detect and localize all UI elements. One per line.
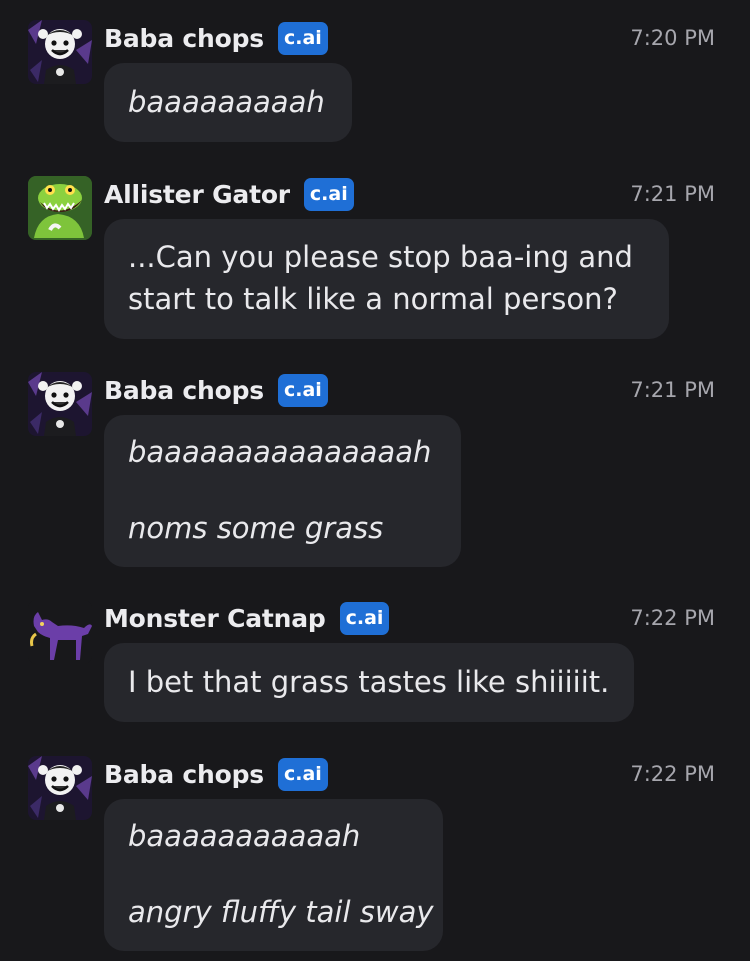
message-text: baaaaaaaaah xyxy=(128,85,325,119)
author-name[interactable]: Allister Gator xyxy=(104,180,290,209)
message-header: Baba chops c.ai xyxy=(104,372,328,408)
message-text: ...Can you please stop baa-ing and xyxy=(128,240,633,274)
author-name[interactable]: Baba chops xyxy=(104,760,264,789)
author-name[interactable]: Baba chops xyxy=(104,376,264,405)
message-text: baaaaaaaaaaah xyxy=(128,819,361,853)
message-timestamp: 7:21 PM xyxy=(630,182,715,206)
cai-badge: c.ai xyxy=(277,757,328,791)
chat-transcript: Baba chops c.ai 7:20 PM baaaaaaaaah Alli… xyxy=(0,0,750,961)
cai-badge: c.ai xyxy=(277,373,328,407)
message-timestamp: 7:22 PM xyxy=(630,762,715,786)
gator-avatar[interactable] xyxy=(28,176,92,240)
message-text: start to talk like a normal person? xyxy=(128,282,618,316)
message-header: Baba chops c.ai xyxy=(104,756,328,792)
message-bubble[interactable]: baaaaaaaaaaaaaaah noms some grass xyxy=(104,415,461,567)
sheep-avatar[interactable] xyxy=(28,756,92,820)
message-text: I bet that grass tastes like shiiiiit. xyxy=(128,665,610,699)
sheep-avatar[interactable] xyxy=(28,20,92,84)
message-timestamp: 7:21 PM xyxy=(630,378,715,402)
message-timestamp: 7:20 PM xyxy=(630,26,715,50)
cai-badge: c.ai xyxy=(277,21,328,55)
message-text: noms some grass xyxy=(128,511,384,545)
author-name[interactable]: Baba chops xyxy=(104,24,264,53)
message-bubble[interactable]: ...Can you please stop baa-ing and start… xyxy=(104,219,669,339)
message-bubble[interactable]: baaaaaaaaah xyxy=(104,63,352,142)
message-bubble[interactable]: I bet that grass tastes like shiiiiit. xyxy=(104,643,634,722)
cat-avatar[interactable] xyxy=(28,600,92,664)
message-text: baaaaaaaaaaaaaaah xyxy=(128,435,432,469)
message-timestamp: 7:22 PM xyxy=(630,606,715,630)
cai-badge: c.ai xyxy=(339,601,390,635)
message-header: Monster Catnap c.ai xyxy=(104,600,390,636)
sheep-avatar[interactable] xyxy=(28,372,92,436)
message-header: Baba chops c.ai xyxy=(104,20,328,56)
author-name[interactable]: Monster Catnap xyxy=(104,604,326,633)
message-header: Allister Gator c.ai xyxy=(104,176,354,212)
message-bubble[interactable]: baaaaaaaaaaah angry fluffy tail sway xyxy=(104,799,443,951)
cai-badge: c.ai xyxy=(303,177,354,211)
message-text: angry fluffy tail sway xyxy=(128,895,434,929)
